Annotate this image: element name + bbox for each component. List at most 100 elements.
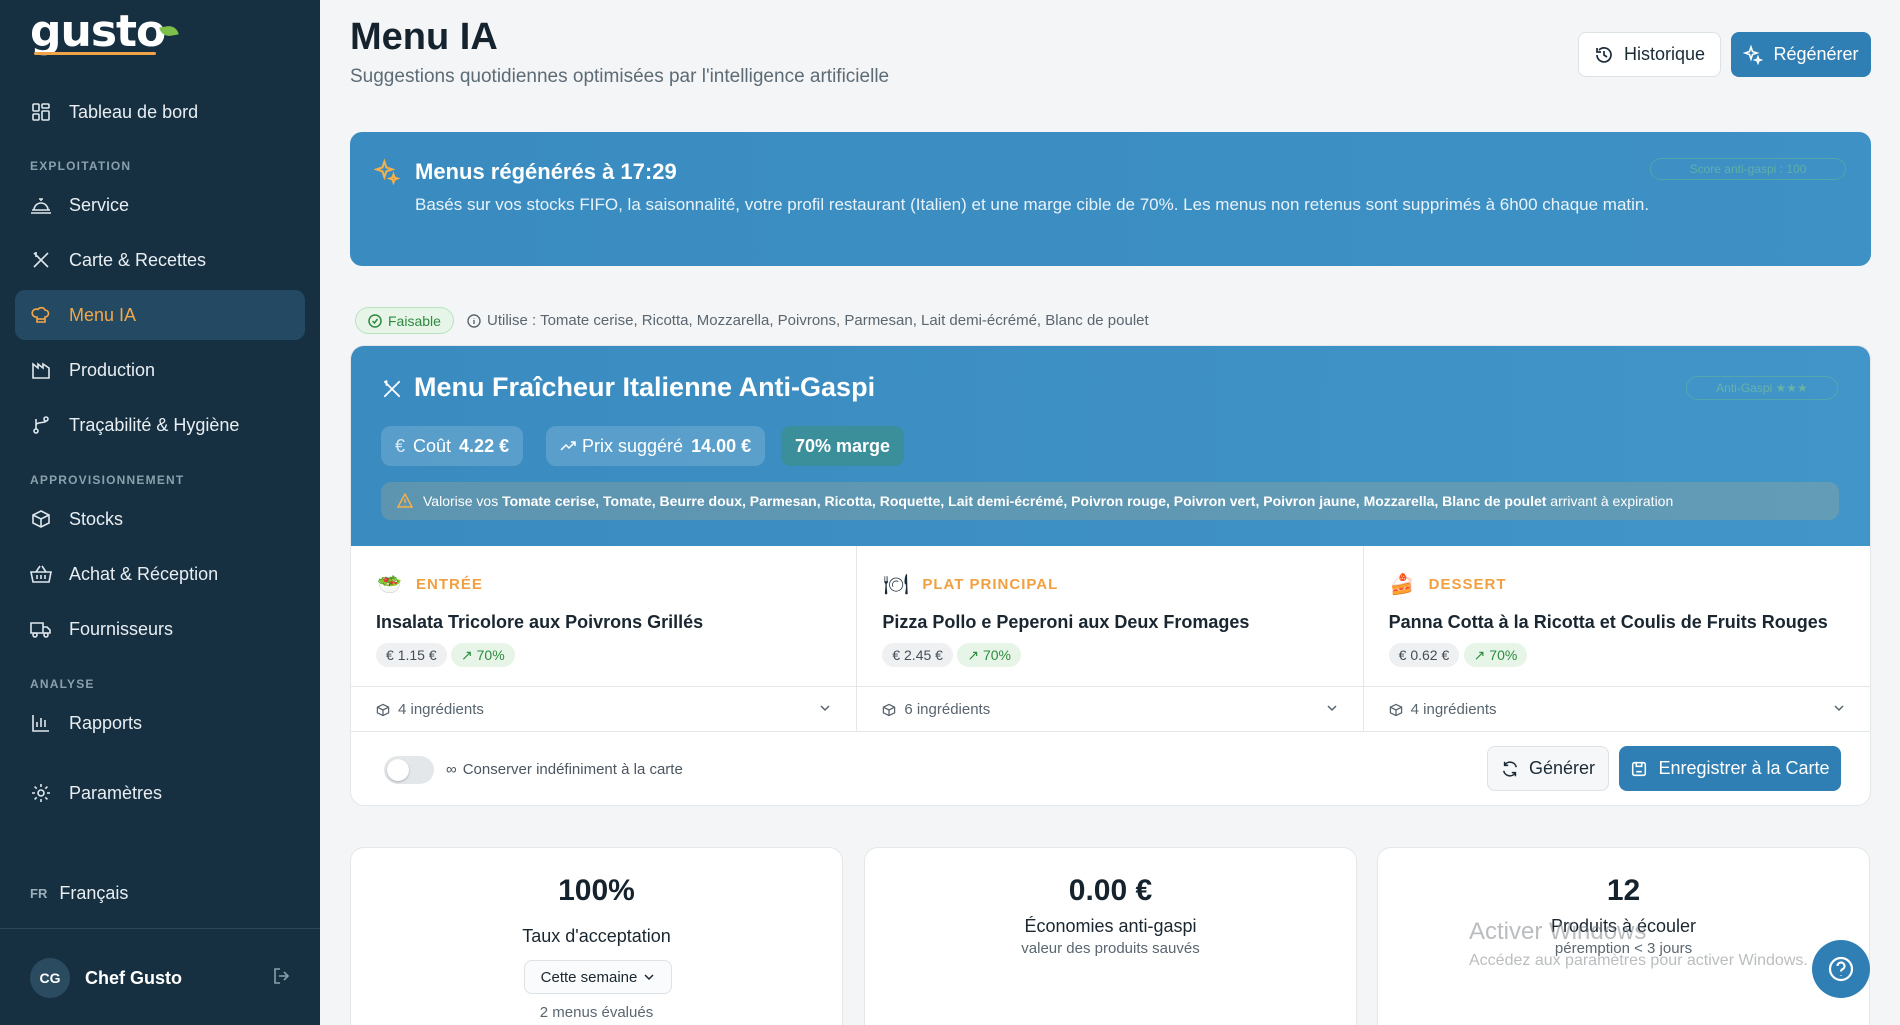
courses: 🥗 ENTRÉE Insalata Tricolore aux Poivrons… xyxy=(351,546,1870,732)
gusto-logo[interactable]: gusto xyxy=(30,6,166,57)
price-label: Prix suggéré xyxy=(582,435,684,456)
infinity-icon: ∞ xyxy=(446,761,457,778)
cost-label: Coût xyxy=(413,435,452,456)
course-cost: € 1.15 € xyxy=(376,643,447,667)
sidebar-item-service[interactable]: Service xyxy=(15,180,305,230)
toggle-knob xyxy=(387,759,409,781)
course-margin-value: 70% xyxy=(1489,647,1518,663)
stat-value: 12 xyxy=(1606,874,1641,907)
box-icon xyxy=(30,508,52,530)
keep-label: ∞ Conserver indéfiniment à la carte xyxy=(446,761,683,778)
banner-text: Basés sur vos stocks FIFO, la saisonnali… xyxy=(415,195,1650,214)
logout-icon[interactable] xyxy=(272,966,292,991)
chevron-down-icon xyxy=(1833,701,1845,718)
ingredients-count: 4 ingrédients xyxy=(1410,701,1497,718)
chevron-down-icon xyxy=(819,701,831,718)
section-title-approvisionnement: APPROVISIONNEMENT xyxy=(30,473,185,487)
save-to-menu-button[interactable]: Enregistrer à la Carte xyxy=(1619,746,1841,791)
course-margin: ↗ 70% xyxy=(957,643,1021,667)
history-button[interactable]: Historique xyxy=(1578,32,1721,77)
menu-title: Menu Fraîcheur Italienne Anti-Gaspi xyxy=(414,372,876,402)
warning-suffix: arrivant à expiration xyxy=(1550,493,1674,509)
truck-icon xyxy=(30,618,52,640)
sidebar-item-menu-ia[interactable]: Menu IA xyxy=(15,290,305,340)
ingredients-used-text: Utilise : Tomate cerise, Ricotta, Mozzar… xyxy=(487,312,1149,329)
generate-label: Générer xyxy=(1528,758,1596,778)
watermark-line1: Activer Windows xyxy=(1469,918,1647,945)
sidebar-item-tracabilite-hygiene[interactable]: Traçabilité & Hygiène xyxy=(15,400,305,450)
keep-toggle[interactable] xyxy=(384,756,434,784)
history-label: Historique xyxy=(1623,44,1706,64)
course-name: Pizza Pollo e Peperoni aux Deux Fromages xyxy=(882,612,1250,632)
warning-icon xyxy=(397,493,413,509)
course-type: ENTRÉE xyxy=(416,576,483,593)
utensils-icon xyxy=(30,249,52,271)
course-entree: 🥗 ENTRÉE Insalata Tricolore aux Poivrons… xyxy=(351,546,858,732)
margin-pill: 70% marge xyxy=(781,426,905,466)
menu-card: Menu Fraîcheur Italienne Anti-Gaspi Anti… xyxy=(350,345,1871,806)
warning-items: Tomate cerise, Tomate, Beurre doux, Parm… xyxy=(502,493,1547,509)
avatar[interactable]: CG xyxy=(30,958,70,998)
trend-up-icon xyxy=(560,438,576,454)
branch-icon xyxy=(30,414,52,436)
banner-title: Menus régénérés à 17:29 xyxy=(415,159,677,184)
course-name: Panna Cotta à la Ricotta et Coulis de Fr… xyxy=(1388,612,1828,632)
feasible-label: Faisable xyxy=(388,312,441,329)
sidebar-item-label: Fournisseurs xyxy=(69,618,174,639)
course-name: Insalata Tricolore aux Poivrons Grillés xyxy=(376,612,704,632)
course-plat: 🍽 PLAT PRINCIPAL Pizza Pollo e Peperoni … xyxy=(857,546,1364,732)
help-button[interactable] xyxy=(1812,940,1870,998)
generate-button[interactable]: Générer xyxy=(1487,746,1609,791)
ingredients-toggle[interactable]: 4 ingrédients xyxy=(1363,686,1870,732)
course-margin: ↗ 70% xyxy=(1463,643,1528,667)
sidebar-item-label: Menu IA xyxy=(69,304,137,325)
sidebar-item-fournisseurs[interactable]: Fournisseurs xyxy=(15,604,305,654)
course-margin: ↗ 70% xyxy=(451,643,515,667)
period-select[interactable]: Cette semaine xyxy=(524,960,672,994)
sidebar-item-achat-reception[interactable]: Achat & Réception xyxy=(15,549,305,599)
regeneration-banner: Menus régénérés à 17:29 Basés sur vos st… xyxy=(350,132,1871,266)
sidebar-item-label: Rapports xyxy=(69,712,143,733)
basket-icon xyxy=(30,563,52,585)
page-title: Menu IA xyxy=(350,16,498,58)
stat-note: 2 menus évalués xyxy=(539,1004,654,1021)
stat-label: Économies anti-gaspi xyxy=(1024,916,1197,936)
sidebar-item-production[interactable]: Production xyxy=(15,345,305,395)
ingredients-count: 6 ingrédients xyxy=(904,701,991,718)
cloche-icon xyxy=(30,194,52,216)
sidebar-item-stocks[interactable]: Stocks xyxy=(15,494,305,544)
sidebar-item-label: Carte & Recettes xyxy=(69,249,207,270)
course-cost-value: 2.45 € xyxy=(904,647,943,663)
page-subtitle: Suggestions quotidiennes optimisées par … xyxy=(350,66,890,87)
user-profile: CG Chef Gusto xyxy=(30,958,292,998)
feasible-badge: Faisable xyxy=(355,307,454,334)
ingredients-toggle[interactable]: 4 ingrédients xyxy=(351,686,857,732)
regenerate-button[interactable]: Régénérer xyxy=(1731,32,1871,77)
chevron-down-icon xyxy=(1326,701,1338,718)
ingredients-count: 4 ingrédients xyxy=(398,701,484,718)
anti-gaspi-score-badge: Score anti-gaspi : 100 xyxy=(1650,158,1846,180)
bar-chart-icon xyxy=(30,712,52,734)
plate-icon: 🍽 xyxy=(883,574,909,596)
language-selector[interactable]: FR Français xyxy=(30,883,128,904)
cost-value: 4.22 € xyxy=(459,435,510,456)
sidebar-item-label: Paramètres xyxy=(69,782,163,803)
sidebar-item-tableau-de-bord[interactable]: Tableau de bord xyxy=(15,87,305,137)
sidebar-item-rapports[interactable]: Rapports xyxy=(15,698,305,748)
refresh-icon xyxy=(1501,760,1519,778)
sidebar-item-carte-recettes[interactable]: Carte & Recettes xyxy=(15,235,305,285)
cost-pill: € Coût 4.22 € xyxy=(381,426,524,466)
course-cost-value: 1.15 € xyxy=(397,647,437,663)
check-circle-icon xyxy=(368,313,382,328)
box-icon xyxy=(882,703,896,717)
course-type: PLAT PRINCIPAL xyxy=(922,576,1059,593)
sidebar-item-label: Achat & Réception xyxy=(69,563,219,584)
stat-acceptance: 100% Taux d'acceptation Cette semaine 2 … xyxy=(350,847,843,1025)
course-cost: € 2.45 € xyxy=(882,643,953,667)
history-icon xyxy=(1594,45,1614,65)
sidebar-item-parametres[interactable]: Paramètres xyxy=(15,768,305,818)
warning-prefix: Valorise vos xyxy=(423,493,499,509)
course-margin-value: 70% xyxy=(476,647,505,663)
ingredients-toggle[interactable]: 6 ingrédients xyxy=(857,686,1363,732)
expiry-warning: Valorise vos Tomate cerise, Tomate, Beur… xyxy=(381,482,1839,520)
